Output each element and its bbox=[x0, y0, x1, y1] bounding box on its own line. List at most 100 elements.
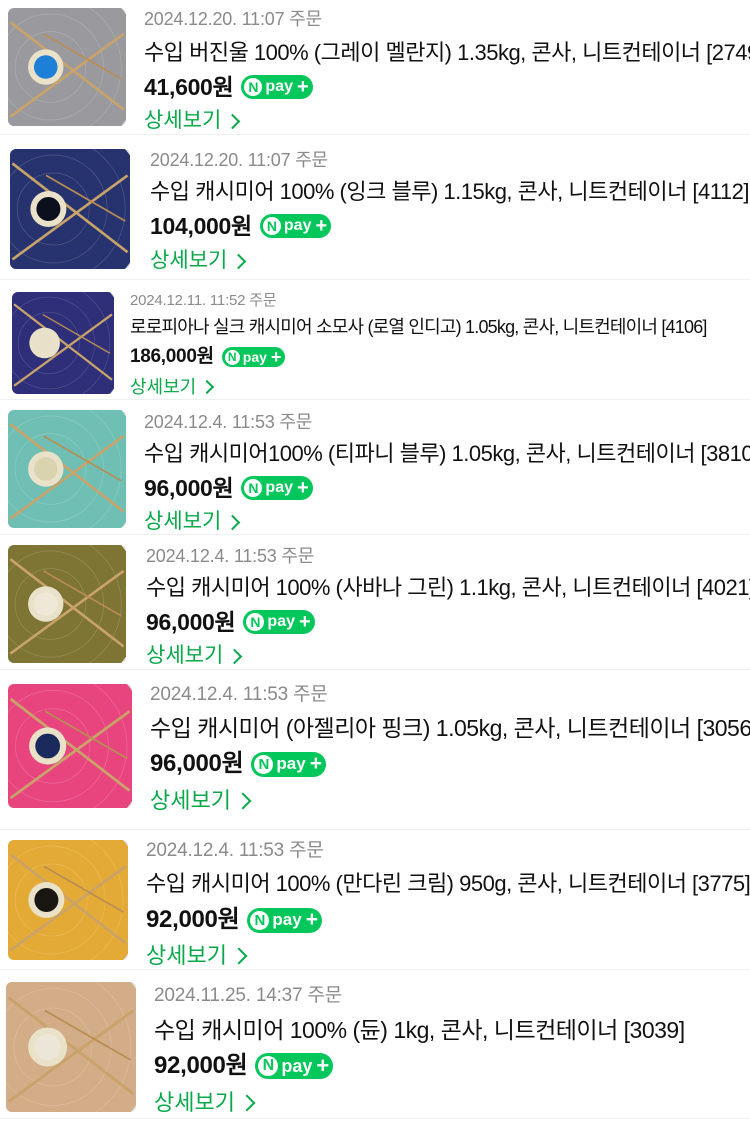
chevron-right-icon bbox=[230, 947, 248, 965]
price-line: 186,000원 Npay + bbox=[130, 342, 742, 372]
naver-n-icon: N bbox=[254, 754, 274, 774]
plus-icon: + bbox=[297, 476, 309, 499]
naver-n-icon: N bbox=[244, 78, 263, 96]
plus-icon: + bbox=[305, 908, 318, 931]
order-info: 2024.12.4. 11:53 주문 수입 캐시미어 100% (사바나 그린)… bbox=[146, 543, 750, 673]
plus-icon: + bbox=[297, 75, 309, 98]
order-item: 2024.12.20. 11:07 주문수입 버진울 100% (그레이 멜란지… bbox=[0, 0, 750, 135]
npay-label: pay bbox=[281, 1055, 313, 1076]
product-thumbnail[interactable] bbox=[6, 982, 136, 1112]
naver-n-icon: N bbox=[224, 349, 240, 365]
order-item: 2024.12.4. 11:53 주문수입 캐시미어 (아젤리아 핑크) 1.0… bbox=[0, 670, 750, 830]
naver-pay-badge-icon[interactable]: Npay + bbox=[259, 214, 332, 238]
naver-n-icon: N bbox=[250, 910, 270, 930]
naver-n-icon: N bbox=[262, 217, 281, 235]
order-date: 2024.12.20. 11:07 주문 bbox=[144, 9, 322, 29]
order-info: 2024.11.25. 14:37 주문수입 캐시미어 100% (듄) 1kg… bbox=[154, 982, 742, 1122]
plus-icon: + bbox=[316, 1053, 330, 1078]
plus-icon: + bbox=[315, 214, 328, 237]
naver-n-icon: N bbox=[246, 613, 265, 631]
view-details-label: 상세보기 bbox=[144, 109, 222, 132]
order-price: 186,000원 bbox=[130, 346, 214, 367]
price-line: 92,000원 Npay + bbox=[154, 1048, 742, 1084]
view-details-label: 상세보기 bbox=[154, 1090, 235, 1115]
product-title[interactable]: 수입 캐시미어 100% (사바나 그린) 1.1kg, 콘사, 니트컨테이너 … bbox=[146, 571, 750, 605]
order-date: 2024.12.11. 11:52 주문 bbox=[130, 292, 277, 309]
order-price: 96,000원 bbox=[144, 475, 234, 501]
chevron-right-icon bbox=[225, 514, 241, 530]
product-thumbnail[interactable] bbox=[8, 545, 126, 663]
order-info: 2024.12.4. 11:53 주문수입 캐시미어 (아젤리아 핑크) 1.0… bbox=[150, 682, 750, 820]
naver-pay-badge-icon[interactable]: Npay + bbox=[243, 610, 315, 634]
view-details-link[interactable]: 상세보기 bbox=[146, 639, 243, 673]
npay-label: pay bbox=[276, 754, 306, 773]
naver-pay-badge-icon[interactable]: Npay + bbox=[255, 1053, 334, 1079]
order-item: 2024.12.4. 11:53 주문수입 캐시미어 100% (만다린 크림)… bbox=[0, 830, 750, 970]
chevron-right-icon bbox=[238, 1094, 256, 1112]
price-line: 104,000원 Npay + bbox=[150, 209, 742, 243]
product-title[interactable]: 수입 캐시미어 100% (잉크 블루) 1.15kg, 콘사, 니트컨테이너 … bbox=[150, 175, 749, 209]
product-thumbnail[interactable] bbox=[8, 410, 126, 528]
order-item: 2024.12.4. 11:53 주문 수입 캐시미어 100% (사바나 그린)… bbox=[0, 535, 750, 670]
chevron-right-icon bbox=[200, 379, 215, 395]
order-info: 2024.12.11. 11:52 주문로로피아나 실크 캐시미어 소모사 (로… bbox=[130, 290, 742, 402]
order-date: 2024.12.4. 11:53 주문 bbox=[150, 684, 328, 705]
price-line: 96,000원 Npay + bbox=[146, 605, 742, 639]
product-thumbnail[interactable] bbox=[8, 8, 126, 126]
order-history-list: 2024.12.20. 11:07 주문수입 버진울 100% (그레이 멜란지… bbox=[0, 0, 750, 1119]
plus-icon: + bbox=[270, 346, 282, 367]
price-line: 92,000원 Npay + bbox=[146, 902, 742, 938]
chevron-right-icon bbox=[227, 648, 243, 664]
price-line: 41,600원 Npay + bbox=[144, 70, 742, 104]
price-line: 96,000원 Npay + bbox=[144, 471, 742, 505]
product-title[interactable]: 수입 캐시미어100% (티파니 블루) 1.05kg, 콘사, 니트컨테이너 … bbox=[144, 437, 750, 471]
order-price: 96,000원 bbox=[146, 609, 236, 635]
naver-n-icon: N bbox=[244, 479, 263, 497]
plus-icon: + bbox=[309, 752, 322, 775]
order-info: 2024.12.4. 11:53 주문수입 캐시미어100% (티파니 블루) … bbox=[144, 409, 750, 539]
order-price: 96,000원 bbox=[150, 750, 244, 777]
naver-pay-badge-icon[interactable]: Npay + bbox=[241, 75, 313, 99]
view-details-label: 상세보기 bbox=[130, 377, 197, 397]
naver-pay-badge-icon[interactable]: Npay + bbox=[251, 751, 326, 777]
view-details-link[interactable]: 상세보기 bbox=[130, 372, 215, 402]
chevron-right-icon bbox=[234, 792, 252, 810]
order-info: 2024.12.20. 11:07 주문수입 버진울 100% (그레이 멜란지… bbox=[144, 6, 750, 138]
product-title[interactable]: 수입 버진울 100% (그레이 멜란지) 1.35kg, 콘사, 니트컨테이너… bbox=[144, 36, 750, 70]
product-title[interactable]: 수입 캐시미어 100% (듄) 1kg, 콘사, 니트컨테이너 [3039] bbox=[154, 1012, 742, 1048]
order-item: 2024.12.4. 11:53 주문수입 캐시미어100% (티파니 블루) … bbox=[0, 400, 750, 535]
order-item: 2024.11.25. 14:37 주문수입 캐시미어 100% (듄) 1kg… bbox=[0, 970, 750, 1119]
view-details-label: 상세보기 bbox=[146, 644, 224, 667]
order-price: 92,000원 bbox=[154, 1052, 248, 1079]
order-date: 2024.12.4. 11:53 주문 bbox=[144, 412, 313, 432]
product-thumbnail[interactable] bbox=[8, 684, 132, 808]
naver-pay-badge-icon[interactable]: Npay + bbox=[221, 346, 286, 367]
npay-label: pay bbox=[267, 613, 295, 630]
product-thumbnail[interactable] bbox=[8, 840, 128, 960]
product-title[interactable]: 수입 캐시미어 100% (만다린 크림) 950g, 콘사, 니트컨테이너 [… bbox=[146, 866, 750, 902]
view-details-link[interactable]: 상세보기 bbox=[150, 782, 252, 820]
product-title[interactable]: 수입 캐시미어 (아젤리아 핑크) 1.05kg, 콘사, 니트컨테이너 [30… bbox=[150, 710, 750, 746]
naver-n-icon: N bbox=[258, 1056, 279, 1076]
product-thumbnail[interactable] bbox=[10, 149, 130, 269]
chevron-right-icon bbox=[225, 113, 241, 129]
order-date: 2024.12.4. 11:53 주문 bbox=[146, 840, 324, 861]
order-price: 104,000원 bbox=[150, 213, 252, 239]
npay-label: pay bbox=[265, 479, 293, 496]
view-details-link[interactable]: 상세보기 bbox=[154, 1084, 256, 1122]
price-line: 96,000원 Npay + bbox=[150, 746, 742, 782]
npay-label: pay bbox=[265, 78, 293, 95]
naver-pay-badge-icon[interactable]: Npay + bbox=[247, 907, 322, 933]
view-details-link[interactable]: 상세보기 bbox=[144, 104, 241, 138]
order-date: 2024.12.20. 11:07 주문 bbox=[150, 150, 328, 170]
order-info: 2024.12.20. 11:07 주문수입 캐시미어 100% (잉크 블루)… bbox=[150, 147, 749, 279]
product-thumbnail[interactable] bbox=[12, 292, 114, 394]
order-item: 2024.12.20. 11:07 주문수입 캐시미어 100% (잉크 블루)… bbox=[0, 135, 750, 280]
npay-label: pay bbox=[272, 910, 302, 929]
view-details-link[interactable]: 상세보기 bbox=[150, 243, 247, 279]
order-price: 41,600원 bbox=[144, 74, 234, 100]
product-title[interactable]: 로로피아나 실크 캐시미어 소모사 (로열 인디고) 1.05kg, 콘사, 니… bbox=[130, 312, 742, 342]
naver-pay-badge-icon[interactable]: Npay + bbox=[241, 476, 313, 500]
view-details-label: 상세보기 bbox=[150, 788, 231, 813]
order-date: 2024.11.25. 14:37 주문 bbox=[154, 985, 343, 1006]
